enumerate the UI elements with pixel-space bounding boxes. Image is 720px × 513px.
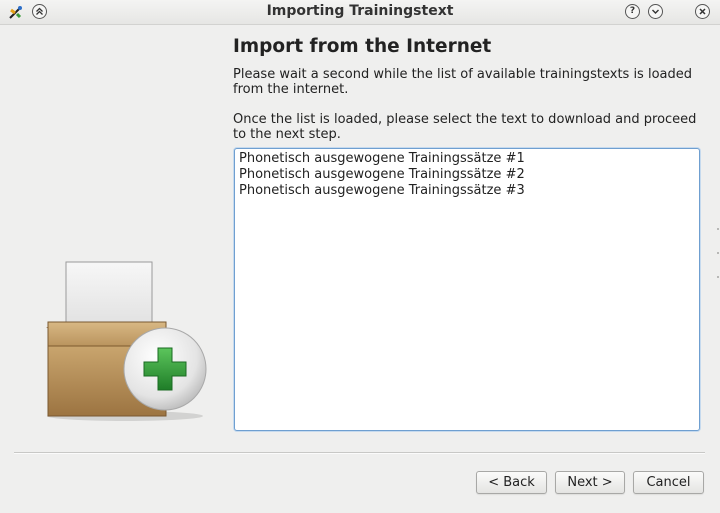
button-separator [14, 452, 705, 454]
cancel-button[interactable]: Cancel [633, 471, 704, 494]
chevron-down-icon [652, 9, 659, 14]
resize-grip [717, 276, 719, 278]
window-title: Importing Trainingstext [266, 3, 454, 19]
close-button[interactable] [695, 4, 710, 19]
box-with-plus-icon [40, 258, 215, 427]
title-bar[interactable]: Importing Trainingstext ? [0, 0, 720, 25]
resize-grip [717, 252, 719, 254]
list-item[interactable]: Phonetisch ausgewogene Trainingssätze #1 [239, 151, 695, 167]
selection-instructions: Once the list is loaded, please select t… [233, 112, 697, 142]
close-icon [699, 8, 706, 15]
list-item[interactable]: Phonetisch ausgewogene Trainingssätze #2 [239, 167, 695, 183]
loading-instructions: Please wait a second while the list of a… [233, 67, 692, 97]
page-title: Import from the Internet [233, 36, 492, 57]
trainingstext-list[interactable]: Phonetisch ausgewogene Trainingssätze #1… [234, 148, 700, 431]
resize-grip [717, 228, 719, 230]
back-button[interactable]: < Back [476, 471, 547, 494]
help-button[interactable]: ? [625, 4, 640, 19]
minimize-button[interactable] [648, 4, 663, 19]
next-button[interactable]: Next > [555, 471, 625, 494]
list-item[interactable]: Phonetisch ausgewogene Trainingssätze #3 [239, 183, 695, 199]
